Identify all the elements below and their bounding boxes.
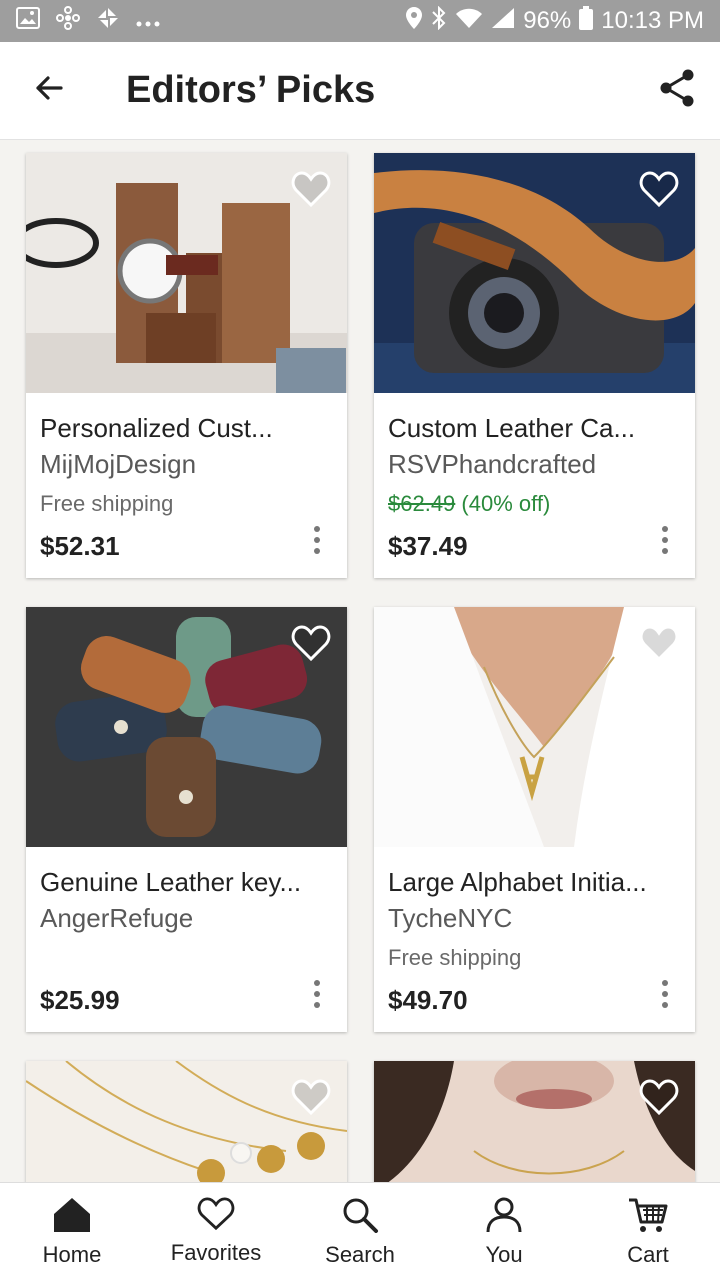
nav-favorites[interactable]: Favorites xyxy=(144,1183,288,1280)
favorite-button[interactable] xyxy=(289,169,333,213)
favorite-button[interactable] xyxy=(289,1077,333,1121)
listing-title: Large Alphabet Initia... xyxy=(388,867,647,897)
listing-image[interactable] xyxy=(374,1061,695,1182)
cart-icon xyxy=(627,1197,669,1238)
listing-shop: TycheNYC xyxy=(388,903,513,933)
listing-shipping: Free shipping xyxy=(40,491,174,516)
listing-card[interactable]: Personalized Cust... MijMojDesign Free s… xyxy=(26,153,347,578)
listing-grid: Personalized Cust... MijMojDesign Free s… xyxy=(0,140,720,1182)
heart-icon xyxy=(291,1078,331,1120)
listing-shop: MijMojDesign xyxy=(40,449,197,479)
more-options-button[interactable] xyxy=(653,522,677,558)
home-icon xyxy=(52,1197,92,1238)
favorite-button[interactable] xyxy=(637,169,681,213)
listing-price: $52.31 xyxy=(40,531,120,561)
listing-card[interactable] xyxy=(26,1061,347,1182)
heart-icon xyxy=(639,624,679,666)
bluetooth-icon xyxy=(431,5,447,37)
heart-icon xyxy=(639,1078,679,1120)
sync-icon xyxy=(96,6,120,37)
nav-favorites-label: Favorites xyxy=(170,1240,262,1265)
listing-image[interactable] xyxy=(374,607,695,847)
nav-cart[interactable]: Cart xyxy=(576,1183,720,1280)
heart-icon xyxy=(639,170,679,212)
favorite-button[interactable] xyxy=(637,623,681,667)
listing-price: $37.49 xyxy=(388,531,468,561)
heart-icon xyxy=(291,170,331,212)
nav-search[interactable]: Search xyxy=(288,1183,432,1280)
listing-image[interactable] xyxy=(26,153,347,393)
listing-image[interactable] xyxy=(26,1061,347,1182)
nav-home[interactable]: Home xyxy=(0,1183,144,1280)
search-icon xyxy=(341,1197,379,1238)
app-bar: Editors’ Picks xyxy=(0,42,720,140)
nav-search-label: Search xyxy=(325,1242,395,1267)
battery-icon xyxy=(579,5,594,37)
listing-card[interactable]: Custom Leather Ca... RSVPhandcrafted $62… xyxy=(374,153,695,578)
signal-icon xyxy=(491,7,515,36)
listing-shop: AngerRefuge xyxy=(40,903,194,933)
heart-icon xyxy=(197,1197,235,1236)
gallery-icon xyxy=(16,6,40,36)
more-options-button[interactable] xyxy=(305,976,329,1012)
heart-icon xyxy=(291,624,331,666)
favorite-button[interactable] xyxy=(637,1077,681,1121)
listing-discount: (40% off) xyxy=(461,491,551,516)
more-dots-icon xyxy=(136,7,160,35)
listing-image[interactable] xyxy=(26,607,347,847)
pinwheel-icon xyxy=(56,5,80,37)
listing-price: $25.99 xyxy=(40,985,120,1015)
listing-title: Personalized Cust... xyxy=(40,413,273,443)
more-options-button[interactable] xyxy=(305,522,329,558)
listing-title: Genuine Leather key... xyxy=(40,867,302,897)
more-options-button[interactable] xyxy=(653,976,677,1012)
back-button[interactable] xyxy=(0,42,98,140)
listing-shipping-empty xyxy=(40,936,333,976)
wifi-icon xyxy=(455,7,483,36)
share-button[interactable] xyxy=(634,42,720,140)
listing-shipping: Free shipping xyxy=(388,945,522,970)
arrow-left-icon xyxy=(33,72,65,109)
listing-card[interactable] xyxy=(374,1061,695,1182)
share-icon xyxy=(659,69,695,112)
location-icon xyxy=(405,6,423,37)
person-icon xyxy=(485,1197,523,1238)
page-title: Editors’ Picks xyxy=(126,69,376,111)
listing-price: $49.70 xyxy=(388,985,468,1015)
nav-you[interactable]: You xyxy=(432,1183,576,1280)
listing-original-price: $62.49 xyxy=(388,491,456,516)
bottom-nav: Home Favorites Search You Cart xyxy=(0,1182,720,1280)
listing-shop: RSVPhandcrafted xyxy=(388,449,597,479)
status-time: 10:13 PM xyxy=(601,7,704,34)
listing-card[interactable]: Large Alphabet Initia... TycheNYC Free s… xyxy=(374,607,695,1032)
listing-image[interactable] xyxy=(374,153,695,393)
nav-you-label: You xyxy=(485,1242,523,1267)
listing-title: Custom Leather Ca... xyxy=(388,413,636,443)
nav-cart-label: Cart xyxy=(627,1242,669,1267)
battery-percent: 96% xyxy=(523,7,572,34)
listing-sale-info: $62.49 (40% off) xyxy=(388,482,681,522)
status-bar: 96% 10:13 PM xyxy=(0,0,720,42)
listing-card[interactable]: Genuine Leather key... AngerRefuge $25.9… xyxy=(26,607,347,1032)
favorite-button[interactable] xyxy=(289,623,333,667)
nav-home-label: Home xyxy=(42,1242,102,1267)
